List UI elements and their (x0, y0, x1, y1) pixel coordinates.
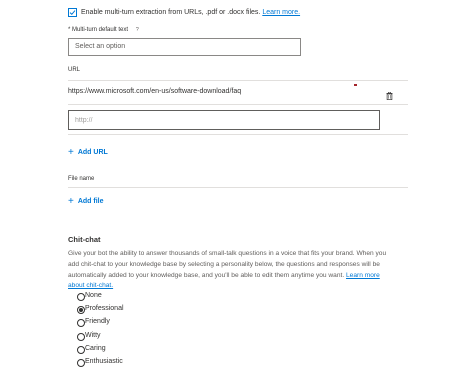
multiturn-learn-more-link[interactable]: Learn more. (262, 9, 300, 16)
file-header-divider (68, 187, 408, 188)
plus-icon: + (68, 147, 74, 158)
radio-button[interactable] (77, 359, 85, 367)
radio-option-label: None (85, 292, 102, 299)
radio-selected-dot (79, 308, 83, 313)
radio-option-label: Caring (85, 344, 106, 352)
help-icon[interactable]: ? (136, 27, 139, 33)
plus-icon: + (68, 196, 74, 207)
radio-button[interactable] (77, 293, 85, 301)
checkmark-icon (69, 10, 76, 16)
url-list-item: https://www.microsoft.com/en-us/software… (68, 88, 241, 95)
multiturn-checkbox-label: Enable multi-turn extraction from URLs, … (81, 9, 261, 16)
url-item-text: https://www.microsoft.com/en-us/software… (68, 88, 242, 95)
add-url-label: Add URL (77, 149, 108, 156)
url-input[interactable] (68, 110, 380, 130)
default-text-select[interactable]: Select an option (68, 38, 301, 56)
radio-option-label: Friendly (85, 318, 110, 326)
radio-option-label: Witty (85, 331, 101, 339)
add-url-button[interactable]: + Add URL (68, 146, 108, 158)
radio-button[interactable] (77, 306, 85, 315)
trash-icon[interactable] (386, 87, 393, 100)
chitchat-description-block: Give your bot the ability to answer thou… (68, 249, 398, 292)
radio-button[interactable] (77, 319, 85, 328)
url-header: URL (68, 67, 81, 73)
radio-option-label: Enthusiastic (85, 358, 123, 365)
default-text-label-row: * Multi-turn default text ? (68, 27, 139, 33)
multiturn-label-row: Enable multi-turn extraction from URLs, … (81, 9, 300, 16)
chitchat-title: Chit-chat (68, 235, 101, 244)
radio-button[interactable] (77, 332, 85, 341)
url-header-divider (68, 80, 408, 81)
default-text-placeholder: Select an option (75, 43, 126, 50)
required-marker (354, 84, 357, 86)
url-input-field[interactable] (75, 115, 365, 125)
radio-button[interactable] (77, 345, 85, 354)
url-row-divider (68, 104, 408, 105)
add-file-label: Add file (77, 198, 104, 205)
multiturn-checkbox[interactable] (68, 8, 77, 17)
radio-option-label: Professional (85, 305, 124, 313)
add-file-button[interactable]: + Add file (68, 195, 104, 207)
file-name-header: File name (68, 176, 95, 182)
url-input-divider (68, 134, 408, 135)
chitchat-description: Give your bot the ability to answer thou… (68, 250, 387, 279)
default-text-label: * Multi-turn default text (68, 27, 129, 33)
